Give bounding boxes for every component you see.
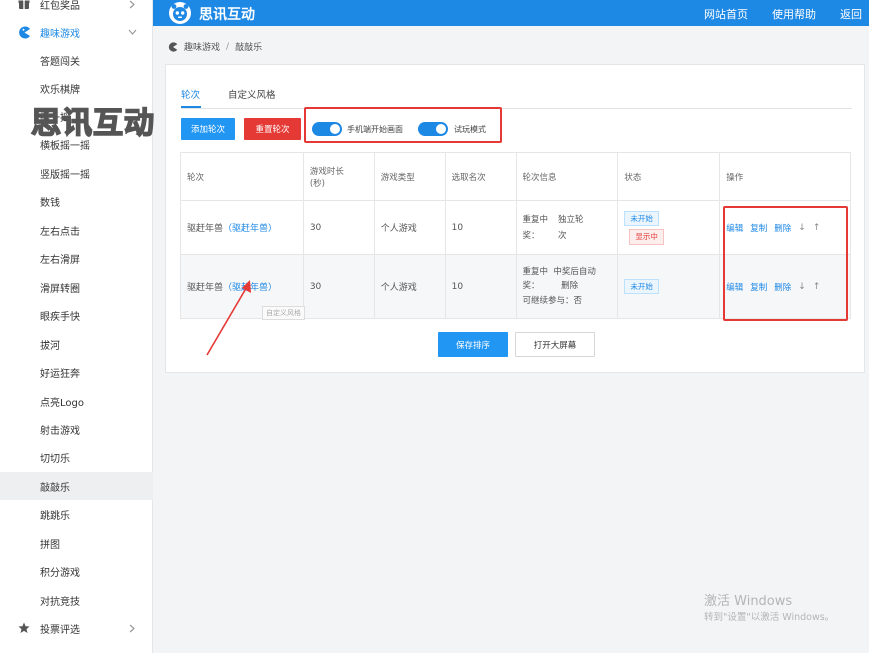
sidebar-item-quiz[interactable]: 答题闯关 [0,46,153,74]
nav-back-link[interactable]: 返回 [840,6,862,22]
sidebar-item-lucky-run[interactable]: 好运狂奔 [0,358,153,386]
windows-activation-subtitle: 转到"设置"以激活 Windows。 [704,612,835,623]
col-header-duration: 游戏时长 (秒) [304,153,375,200]
round-info-repeat: 重复中 奖： [522,214,549,241]
sidebar-item-quick-hands[interactable]: 眼疾手快 [0,301,153,329]
sidebar-item-label: 趣味游戏 [40,28,80,40]
sidebar-item-label: 切切乐 [40,453,70,465]
sidebar-item-label: 好运狂奔 [40,368,80,380]
main-card: 轮次 自定义风格 添加轮次 重置轮次 手机端开始画面 试玩模式 轮次 游戏时长 … [165,64,865,373]
sidebar-item-left-right-swipe[interactable]: 左右滑屏 [0,244,153,272]
sidebar-item-points-game[interactable]: 积分游戏 [0,557,153,585]
round-name: 驱赶年兽 [187,224,224,234]
brand-watermark: 思讯互动 [30,105,155,142]
sidebar-item-label: 左右点击 [40,226,80,238]
save-order-button[interactable]: 保存排序 [438,332,508,357]
sidebar-item-fun-games[interactable]: 趣味游戏 [0,18,153,46]
top-header: 思讯互动 网站首页 使用帮助 返回 [153,0,869,26]
sidebar-item-label: 射击游戏 [40,425,80,437]
sidebar-item-shooting[interactable]: 射击游戏 [0,415,153,443]
sidebar-item-jump[interactable]: 跳跳乐 [0,500,153,528]
sidebar-item-knock[interactable]: 敲敲乐 [0,472,153,500]
sidebar-item-label: 竖版摇一摇 [40,169,90,181]
col-header-actions: 操作 [720,153,852,200]
round-duration: 30 [304,201,375,254]
col-header-status: 状态 [618,153,721,200]
pacman-icon [168,41,178,52]
star-icon [17,621,31,635]
add-round-button[interactable]: 添加轮次 [181,118,235,140]
sidebar-item-label: 拼图 [40,539,60,551]
nav-home-link[interactable]: 网站首页 [704,6,748,22]
sidebar-item-label: 红包奖品 [40,0,80,12]
gift-icon [17,0,31,11]
sidebar-item-left-right-click[interactable]: 左右点击 [0,216,153,244]
reset-round-button[interactable]: 重置轮次 [244,118,301,140]
annotation-arrow-icon [206,280,251,356]
col-header-rank: 选取名次 [446,153,517,200]
round-rank: 10 [446,201,517,254]
tab-rounds[interactable]: 轮次 [181,87,200,101]
chevron-right-icon [127,0,137,9]
highlight-box-actions [723,206,848,321]
round-type: 个人游戏 [375,255,446,318]
status-badge: 显示中 [629,229,664,245]
table-header-row: 轮次 游戏时长 (秒) 游戏类型 选取名次 轮次信息 状态 操作 [181,153,852,201]
sidebar-item-label: 拔河 [40,340,60,352]
sidebar-item-label: 点亮Logo [40,397,84,409]
highlight-box-toggles [304,107,502,143]
sidebar-item-swipe-circle[interactable]: 滑屏转圈 [0,273,153,301]
nav-help-link[interactable]: 使用帮助 [772,6,816,22]
status-badge: 未开始 [624,278,659,295]
tab-bar: 轮次 自定义风格 [181,87,852,109]
col-header-round: 轮次 [181,153,304,200]
sidebar-item-label: 敲敲乐 [40,482,70,494]
chevron-right-icon [127,623,137,633]
sidebar-item-slice[interactable]: 切切乐 [0,443,153,471]
round-style-link[interactable]: （驱赶年兽） [223,221,277,234]
sidebar-item-label: 数钱 [40,197,60,209]
sidebar-item-label: 对抗竞技 [40,596,80,608]
tab-custom-style[interactable]: 自定义风格 [228,87,276,101]
col-header-info: 轮次信息 [517,153,619,200]
sidebar-item-vertical-shake[interactable]: 竖版摇一摇 [0,159,153,187]
sidebar-item-puzzle[interactable]: 拼图 [0,529,153,557]
sidebar-item-label: 欢乐棋牌 [40,84,80,96]
breadcrumb: 趣味游戏 / 敲敲乐 [168,40,262,53]
sidebar-item-gifts[interactable]: 红包奖品 [0,0,153,18]
sidebar-item-label: 答题闯关 [40,56,80,68]
sidebar-item-label: 投票评选 [40,624,80,636]
sidebar-item-voting[interactable]: 投票评选 [0,614,153,642]
brand-name: 思讯互动 [199,7,255,23]
tab-active-indicator [181,106,201,108]
sidebar-item-versus[interactable]: 对抗竞技 [0,586,153,614]
breadcrumb-separator: / [226,41,230,52]
pacman-icon [17,25,31,39]
round-info: 重复中 中奖后自动 奖： 删除 可继续参与：否 [517,255,619,318]
sidebar-item-label: 滑屏转圈 [40,283,80,295]
col-header-type: 游戏类型 [375,153,446,200]
open-big-screen-button[interactable]: 打开大屏幕 [515,332,595,357]
sidebar-item-tug-of-war[interactable]: 拔河 [0,330,153,358]
round-rank: 10 [446,255,517,318]
sidebar-item-light-logo[interactable]: 点亮Logo [0,387,153,415]
sidebar-item-label: 跳跳乐 [40,510,70,522]
sidebar-item-count-money[interactable]: 数钱 [0,187,153,215]
sidebar-item-label: 左右滑屏 [40,254,80,266]
status-badge: 未开始 [624,210,659,226]
sidebar-item-label: 眼疾手快 [40,311,80,323]
round-info-mode: 独立轮 次 [558,214,584,241]
breadcrumb-parent[interactable]: 趣味游戏 [184,40,220,53]
breadcrumb-current: 敲敲乐 [235,43,263,53]
round-duration: 30 [304,255,375,318]
chevron-down-icon [127,27,137,37]
sidebar-item-label: 积分游戏 [40,567,80,579]
round-type: 个人游戏 [375,201,446,254]
tooltip: 自定义风格 [262,306,305,320]
windows-activation-title: 激活 Windows [704,594,793,609]
brand-logo-icon [168,1,192,25]
